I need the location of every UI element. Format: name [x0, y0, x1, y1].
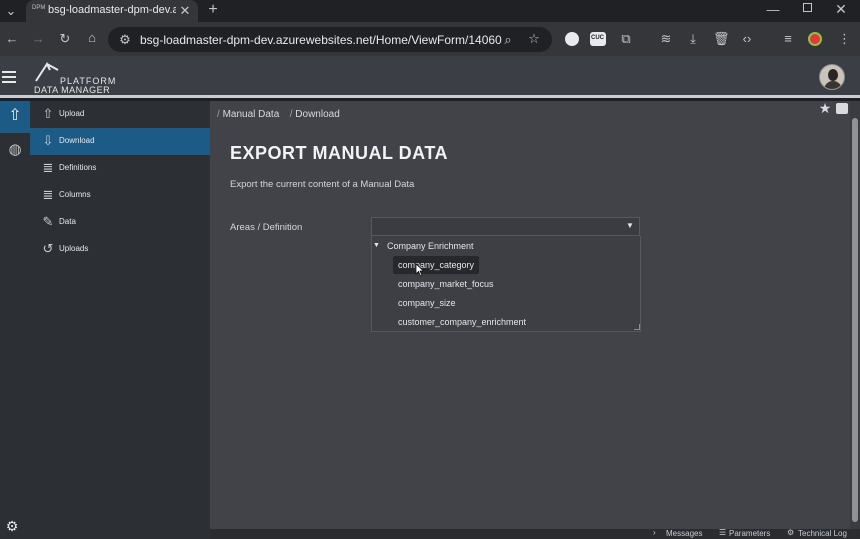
settings-gear-icon[interactable]: ⚙	[4, 519, 20, 533]
download-icon: ⇩	[42, 133, 54, 148]
sidebar-item-label: Data	[59, 217, 76, 226]
option-company-market-focus[interactable]: company_market_focus	[398, 279, 494, 289]
zoom-icon[interactable]: ⌕	[501, 33, 515, 46]
browser-menu-icon[interactable]: ⋮	[838, 32, 851, 45]
extension-cuc[interactable]: CUC	[590, 32, 606, 46]
sidebar-item-uploads[interactable]: ↺ Uploads	[30, 236, 210, 263]
resize-handle-icon[interactable]	[634, 324, 640, 330]
status-messages[interactable]: Messages	[666, 529, 702, 538]
edit-icon: ✎	[42, 214, 54, 229]
expand-group-icon[interactable]: ▼	[373, 242, 380, 249]
status-bar: › Messages ☰ Parameters ⚙ Technical Log	[210, 528, 860, 539]
extension-cuc-label: CUC	[591, 35, 604, 41]
messages-chevron-icon: ›	[653, 528, 656, 537]
tab-title: bsg-loadmaster-dpm-dev.azure	[48, 4, 176, 16]
site-info-icon[interactable]: ⚙	[118, 33, 132, 46]
database-icon: ≣	[42, 160, 54, 175]
scrollbar-thumb[interactable]	[852, 118, 858, 522]
maximize-icon[interactable]	[803, 3, 812, 12]
browser-tab[interactable]: DPM bsg-loadmaster-dpm-dev.azure ✕	[26, 0, 198, 22]
dropdown-arrow-icon[interactable]: ▼	[626, 221, 634, 230]
sidebar-item-label: Download	[59, 136, 95, 145]
media-icon[interactable]: ≡	[781, 32, 795, 45]
app-header: PLATFORM DATA MANAGER	[0, 56, 860, 98]
technical-log-gear-icon: ⚙	[787, 528, 795, 537]
breadcrumb: / Manual Data / Download	[217, 104, 340, 122]
tab-list-chevron-icon[interactable]: ⌄	[3, 4, 19, 17]
sidebar-item-columns[interactable]: ≣ Columns	[30, 182, 210, 209]
browser-toolbar: ← → ↻ ⌂ ⚙ bsg-loadmaster-dpm-dev.azurewe…	[0, 22, 860, 56]
hamburger-menu-icon[interactable]	[2, 71, 16, 83]
extensions-puzzle-icon[interactable]: ⧉	[619, 32, 633, 45]
address-bar[interactable]: ⚙ bsg-loadmaster-dpm-dev.azurewebsites.n…	[108, 27, 552, 52]
user-avatar[interactable]	[819, 64, 845, 90]
back-icon[interactable]: ←	[4, 32, 20, 45]
minimize-icon[interactable]: —	[766, 3, 780, 16]
reload-icon[interactable]: ↻	[57, 32, 73, 45]
sidebar-item-definitions[interactable]: ≣ Definitions	[30, 155, 210, 182]
forward-icon[interactable]: →	[30, 32, 46, 45]
browser-tab-strip: ⌄ DPM bsg-loadmaster-dpm-dev.azure ✕ + —…	[0, 0, 860, 22]
status-parameters[interactable]: Parameters	[729, 529, 770, 538]
upload-arrow-icon: ⇧	[8, 107, 22, 124]
bookmark-star-icon[interactable]: ☆	[527, 32, 541, 45]
password-manager-icon[interactable]	[565, 32, 579, 46]
sidebar-nav: ⇧ Upload ⇩ Download ≣ Definitions ≣ Colu…	[30, 101, 210, 539]
logo-mark-icon	[35, 62, 59, 82]
mouse-cursor-icon	[415, 263, 425, 277]
globe-icon[interactable]: ◍	[5, 142, 25, 157]
sidebar-item-upload[interactable]: ⇧ Upload	[30, 101, 210, 128]
app-logo: PLATFORM DATA MANAGER	[34, 62, 115, 96]
upload-icon: ⇧	[42, 106, 54, 121]
database-icon: ≣	[42, 187, 54, 202]
close-window-icon[interactable]: ✕	[834, 2, 848, 16]
sidebar-item-label: Columns	[59, 190, 91, 199]
trash-icon[interactable]: 🗑	[713, 32, 730, 45]
sidebar-item-download[interactable]: ⇩ Download	[30, 128, 210, 155]
status-technical-log[interactable]: Technical Log	[798, 529, 847, 538]
new-tab-icon[interactable]: +	[205, 2, 221, 18]
page-subtitle: Export the current content of a Manual D…	[230, 179, 415, 190]
areas-definition-select[interactable]	[371, 217, 640, 236]
rail-upload-tab[interactable]: ⇧	[0, 101, 30, 133]
home-icon[interactable]: ⌂	[84, 31, 100, 44]
close-tab-icon[interactable]: ✕	[179, 4, 191, 17]
popout-icon[interactable]	[836, 103, 848, 114]
option-company-size[interactable]: company_size	[398, 298, 456, 308]
sidebar-rail: ⇧ ◍ ⚙	[0, 101, 30, 539]
page-title: EXPORT MANUAL DATA	[230, 143, 448, 163]
logo-line2: DATA MANAGER	[34, 85, 111, 95]
breadcrumb-download: Download	[295, 109, 340, 120]
option-customer-company-enrichment[interactable]: customer_company_enrichment	[398, 317, 526, 327]
sidebar-item-data[interactable]: ✎ Data	[30, 209, 210, 236]
devtools-icon[interactable]: ‹›	[739, 32, 755, 45]
breadcrumb-manual-data[interactable]: Manual Data	[223, 109, 280, 120]
sidebar-item-label: Uploads	[59, 244, 89, 253]
download-icon[interactable]: ⤓	[686, 32, 700, 45]
tree-group-company-enrichment[interactable]: Company Enrichment	[387, 241, 474, 251]
sidebar-item-label: Upload	[59, 109, 85, 118]
parameters-list-icon: ☰	[719, 528, 727, 537]
translate-icon[interactable]: ≋	[659, 32, 673, 45]
tab-favicon: DPM	[32, 5, 46, 11]
url-text: bsg-loadmaster-dpm-dev.azurewebsites.net…	[140, 33, 502, 47]
profile-avatar[interactable]	[808, 32, 822, 46]
sidebar-item-label: Definitions	[59, 163, 97, 172]
favorite-star-icon[interactable]: ★	[818, 101, 832, 115]
history-icon: ↺	[42, 241, 54, 256]
option-company-category[interactable]: company_category	[398, 260, 474, 270]
areas-definition-label: Areas / Definition	[230, 222, 303, 233]
